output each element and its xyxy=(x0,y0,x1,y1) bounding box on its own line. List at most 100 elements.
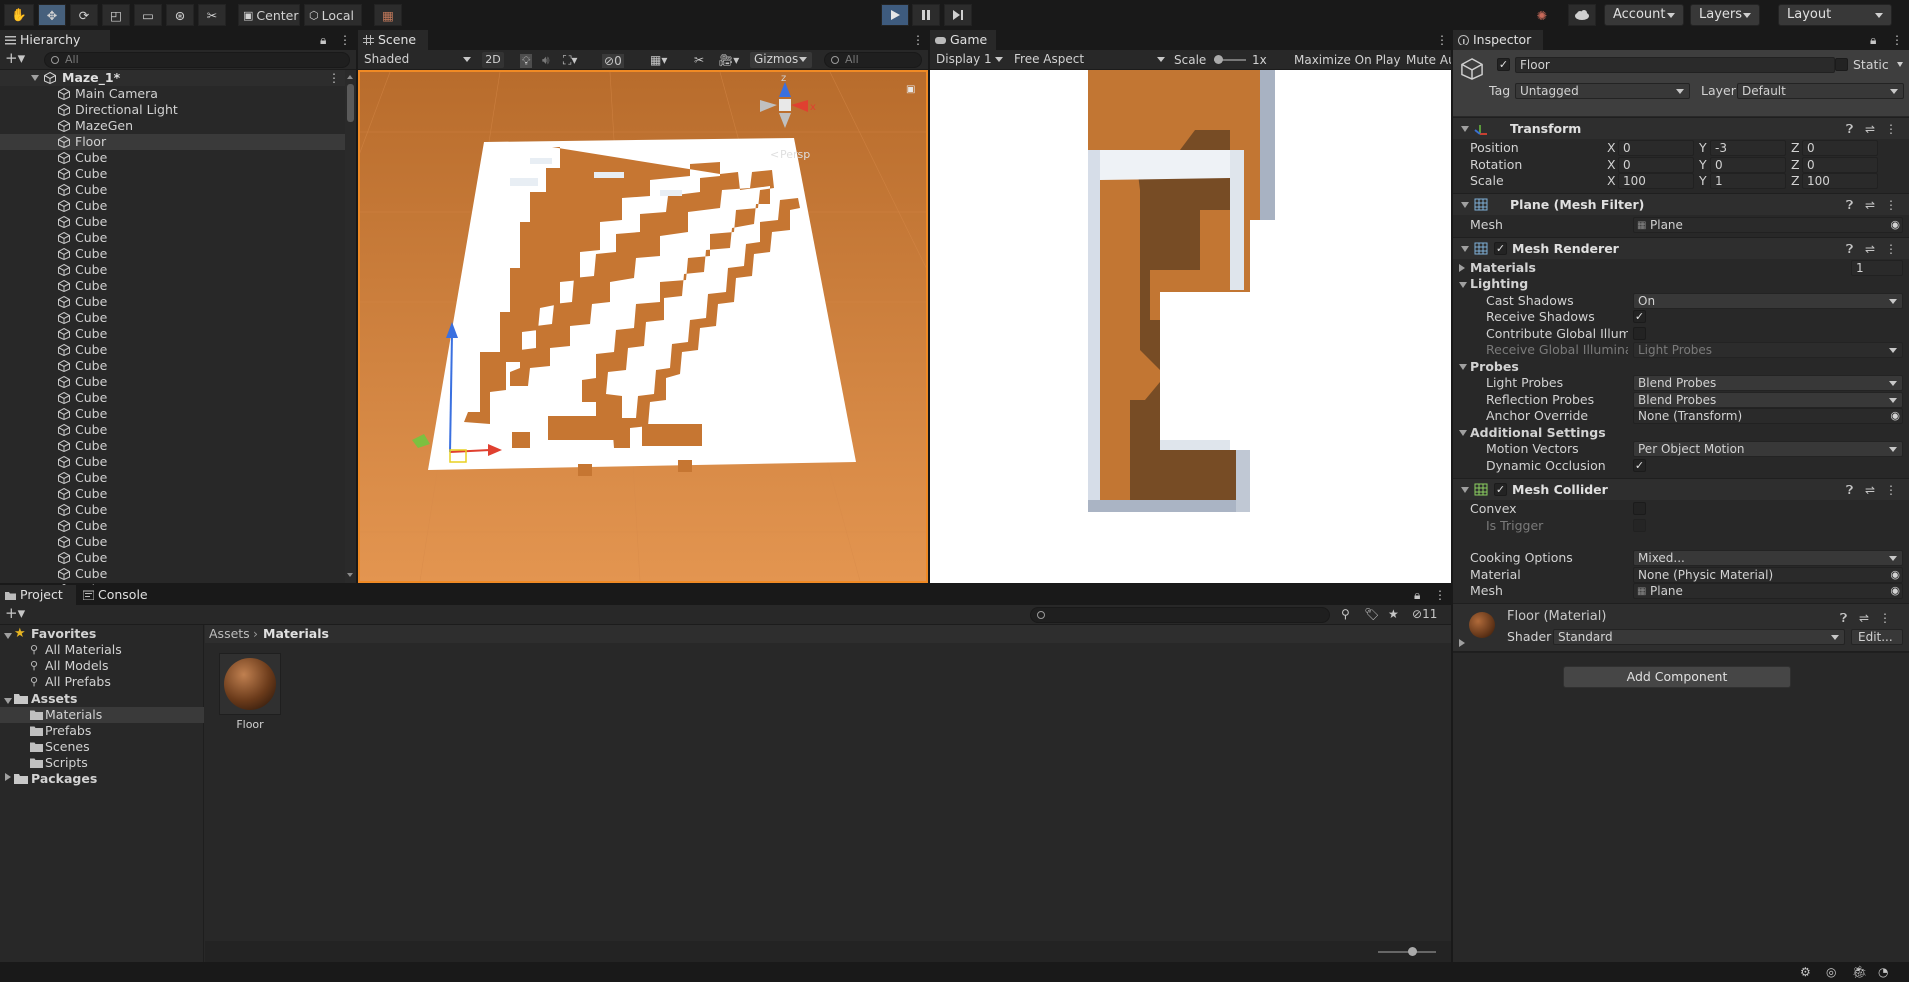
layers-dropdown[interactable]: Layers xyxy=(1690,4,1760,26)
collider-mesh-field[interactable]: ▦ Plane ◉ xyxy=(1633,583,1903,599)
hierarchy-item[interactable]: Cube xyxy=(0,534,345,550)
grid-snap-button[interactable]: ▦ xyxy=(374,4,402,26)
search-by-label-icon[interactable]: 🏷︎ xyxy=(1364,608,1379,620)
object-active-checkbox[interactable]: ✓ xyxy=(1497,58,1510,71)
lighting-fold-icon[interactable] xyxy=(1459,282,1467,292)
favorite-item[interactable]: ⚲ All Materials xyxy=(0,642,204,658)
play-button[interactable] xyxy=(881,4,909,26)
collider-material-field[interactable]: None (Physic Material) ◉ xyxy=(1633,567,1903,583)
materials-label[interactable]: Materials xyxy=(1470,260,1536,276)
mesh-filter-header[interactable]: Plane (Mesh Filter) ❓︎ ⇌ ⋮ xyxy=(1453,193,1909,215)
create-add-icon[interactable]: +▾ xyxy=(5,606,25,621)
presets-icon[interactable]: ⇌ xyxy=(1859,612,1869,624)
help-icon[interactable]: ❓︎ xyxy=(1840,612,1847,624)
tab-game[interactable]: Game xyxy=(930,30,996,50)
cloud-button[interactable] xyxy=(1568,4,1596,26)
inspector-menu-icon[interactable]: ⋮ xyxy=(1891,34,1903,46)
probes-fold-icon[interactable] xyxy=(1459,364,1467,374)
favorite-item[interactable]: ⚲ All Prefabs xyxy=(0,674,204,690)
hierarchy-item[interactable]: Cube xyxy=(0,166,345,182)
scene-menu-icon[interactable]: ⋮ xyxy=(328,72,340,84)
presets-icon[interactable]: ⇌ xyxy=(1865,123,1875,135)
expand-arrow-icon[interactable] xyxy=(31,75,39,85)
hierarchy-item[interactable]: Cube xyxy=(0,150,345,166)
lock-icon[interactable]: 🔒︎ xyxy=(320,34,326,46)
breadcrumb-assets[interactable]: Assets xyxy=(209,626,250,642)
position-z-field[interactable]: 0 xyxy=(1802,140,1878,156)
help-icon[interactable]: ❓︎ xyxy=(1846,243,1853,255)
asset-folder-item[interactable]: Materials xyxy=(0,707,204,723)
scale-x-field[interactable]: 100 xyxy=(1618,173,1694,189)
probes-label[interactable]: Probes xyxy=(1470,359,1519,375)
hierarchy-item[interactable]: Cube xyxy=(0,454,345,470)
lighting-label[interactable]: Lighting xyxy=(1470,276,1528,292)
receive-shadows-checkbox[interactable]: ✓ xyxy=(1633,310,1646,323)
display-dropdown[interactable]: Display 1 xyxy=(932,52,1008,68)
icon-size-slider-thumb[interactable] xyxy=(1408,947,1417,956)
reflection-probes-dropdown[interactable]: Blend Probes xyxy=(1633,392,1903,408)
mesh-filter-fold-icon[interactable] xyxy=(1461,202,1469,212)
hidden-packages-icon[interactable]: ⊘11 xyxy=(1412,608,1437,620)
add-component-button[interactable]: Add Component xyxy=(1563,666,1791,688)
component-menu-icon[interactable]: ⋮ xyxy=(1885,243,1897,255)
object-picker-icon[interactable]: ◉ xyxy=(1890,409,1900,423)
scroll-down-icon[interactable] xyxy=(347,573,353,580)
hierarchy-item[interactable]: Directional Light xyxy=(0,102,345,118)
hierarchy-item[interactable]: Cube xyxy=(0,358,345,374)
asset-folder-item[interactable]: Prefabs xyxy=(0,723,204,739)
static-dropdown-icon[interactable] xyxy=(1897,62,1903,70)
scale-z-field[interactable]: 100 xyxy=(1802,173,1878,189)
layout-dropdown[interactable]: Layout xyxy=(1778,4,1892,26)
mesh-renderer-fold-icon[interactable] xyxy=(1461,246,1469,256)
custom-tool-button[interactable]: ✂ xyxy=(198,4,226,26)
hierarchy-scroll-thumb[interactable] xyxy=(347,84,354,122)
pause-button[interactable] xyxy=(912,4,940,26)
transform-fold-icon[interactable] xyxy=(1461,126,1469,136)
rotation-z-field[interactable]: 0 xyxy=(1802,157,1878,173)
pivot-space-button[interactable]: ⬡ Local xyxy=(304,4,362,26)
hierarchy-item[interactable]: Cube xyxy=(0,518,345,534)
hierarchy-scrollbar[interactable] xyxy=(345,70,356,583)
contribute-gi-checkbox[interactable] xyxy=(1633,327,1646,340)
game-viewport[interactable] xyxy=(930,70,1451,583)
hierarchy-search-input[interactable]: All xyxy=(44,52,350,68)
component-menu-icon[interactable]: ⋮ xyxy=(1879,612,1891,624)
hierarchy-item[interactable]: Cube xyxy=(0,486,345,502)
material-fold-icon[interactable] xyxy=(1459,639,1469,647)
hierarchy-item[interactable]: Floor xyxy=(0,134,345,150)
hierarchy-item[interactable]: Main Camera xyxy=(0,86,345,102)
persp-label[interactable]: Persp xyxy=(780,148,810,161)
rotation-x-field[interactable]: 0 xyxy=(1618,157,1694,173)
tab-project[interactable]: Project xyxy=(0,585,76,605)
breadcrumb-materials[interactable]: Materials xyxy=(263,626,329,642)
position-x-field[interactable]: 0 xyxy=(1618,140,1694,156)
position-y-field[interactable]: -3 xyxy=(1710,140,1786,156)
scale-y-field[interactable]: 1 xyxy=(1710,173,1786,189)
camera-icon[interactable]: 🎥︎▾ xyxy=(718,54,739,66)
hidden-objects-icon[interactable]: ⊘0 xyxy=(602,54,624,68)
grid-toggle-icon[interactable]: ▦▾ xyxy=(650,54,667,66)
scene-viewport[interactable]: z x < Persp ▣ xyxy=(358,70,928,583)
additional-settings-label[interactable]: Additional Settings xyxy=(1470,425,1606,441)
presets-icon[interactable]: ⇌ xyxy=(1865,484,1875,496)
hierarchy-item[interactable]: Cube xyxy=(0,278,345,294)
gizmos-dropdown[interactable]: Gizmos xyxy=(750,52,812,68)
scale-slider[interactable] xyxy=(1214,55,1246,64)
step-button[interactable] xyxy=(944,4,972,26)
motion-vectors-dropdown[interactable]: Per Object Motion xyxy=(1633,441,1903,457)
inspector-lock-icon[interactable]: 🔒︎ xyxy=(1870,34,1876,46)
tab-scene[interactable]: Scene xyxy=(358,30,428,50)
hierarchy-item[interactable]: Cube xyxy=(0,438,345,454)
lighting-toggle-icon[interactable]: 💡︎ xyxy=(520,54,533,68)
hierarchy-item[interactable]: Cube xyxy=(0,214,345,230)
mesh-renderer-header[interactable]: ✓ Mesh Renderer ❓︎ ⇌ ⋮ xyxy=(1453,237,1909,259)
favorites-label[interactable]: Favorites xyxy=(31,626,96,642)
object-picker-icon[interactable]: ◉ xyxy=(1890,568,1900,582)
project-search-input[interactable] xyxy=(1030,607,1330,623)
component-menu-icon[interactable]: ⋮ xyxy=(1885,199,1897,211)
asset-folder-item[interactable]: Scripts xyxy=(0,755,204,771)
tools-toggle-icon[interactable]: ✂ xyxy=(694,54,704,66)
presets-icon[interactable]: ⇌ xyxy=(1865,199,1875,211)
scroll-up-icon[interactable] xyxy=(347,72,353,79)
shading-mode-dropdown[interactable]: Shaded xyxy=(360,52,476,68)
